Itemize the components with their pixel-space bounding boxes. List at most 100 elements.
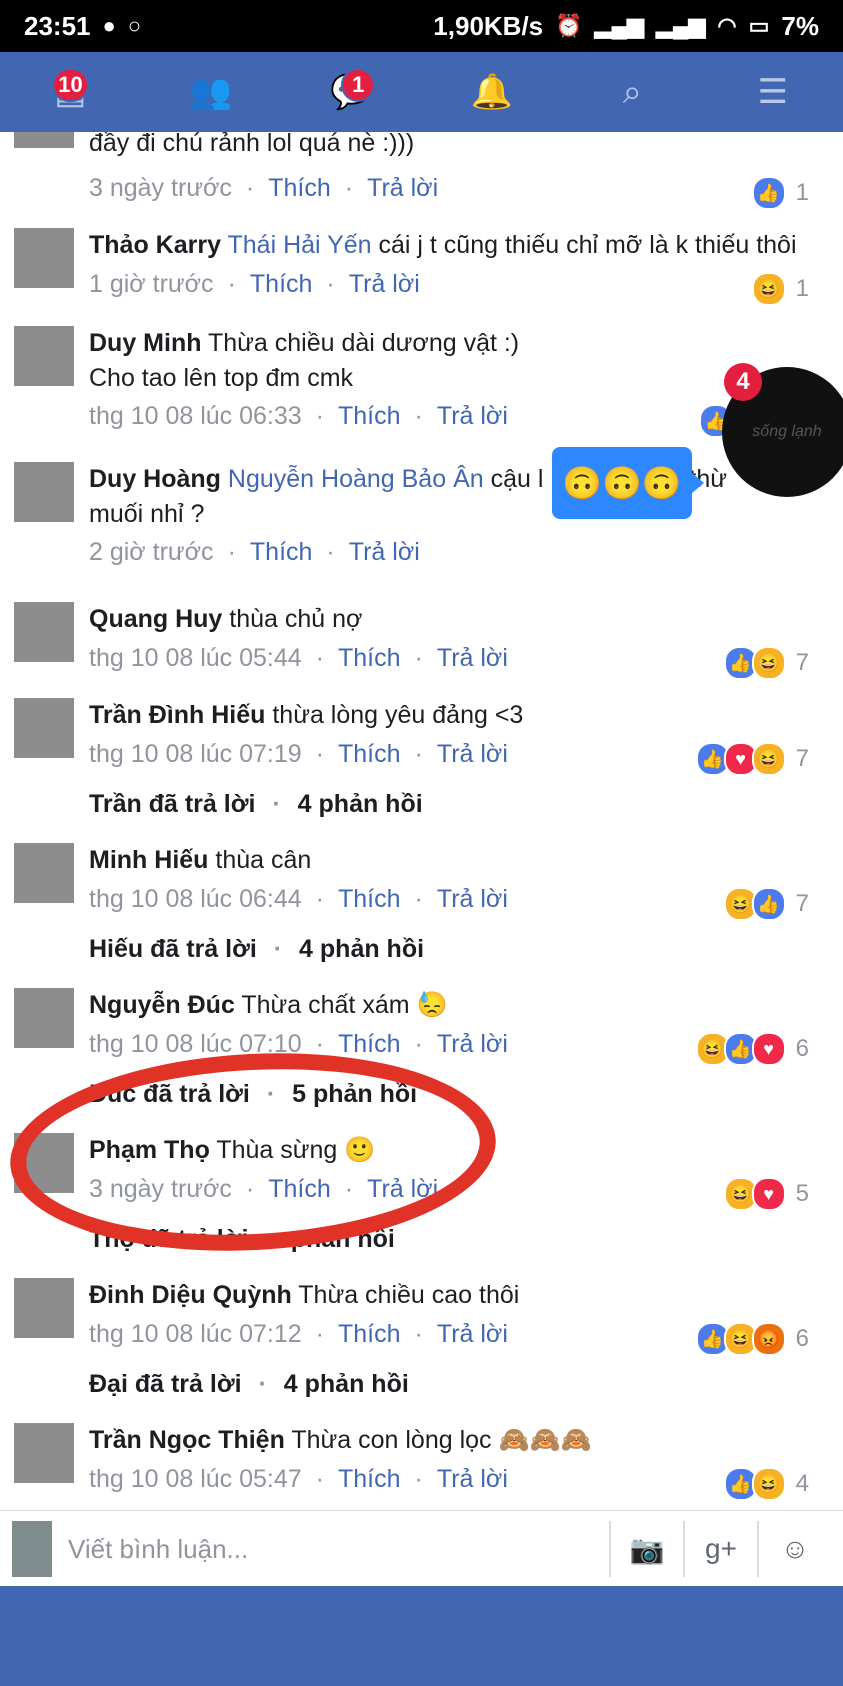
messages-badge: 1 — [341, 68, 376, 102]
avatar[interactable] — [14, 326, 74, 386]
comment-mention[interactable]: Thái Hải Yến — [227, 231, 371, 259]
like-button[interactable]: Thích — [268, 174, 331, 203]
comment-author[interactable]: Thảo Karry — [89, 231, 221, 259]
messenger-outline-icon: ○ — [127, 13, 142, 38]
reactions[interactable]: 😆 👍 ♥ 6 — [695, 1032, 809, 1066]
menu-tab[interactable]: ☰ — [743, 62, 803, 122]
reply-button[interactable]: Trả lời — [437, 1030, 508, 1059]
comment-time: 2 giờ trước — [89, 538, 214, 566]
avatar[interactable] — [14, 988, 74, 1048]
friends-tab[interactable]: 👥 — [181, 62, 241, 122]
avatar[interactable] — [14, 228, 74, 288]
reactions[interactable]: 👍 😆 4 — [723, 1467, 809, 1501]
reply-button[interactable]: Trả lời — [437, 402, 508, 431]
news-feed-tab[interactable]: ▤ 10 — [40, 62, 100, 122]
comment-time: 3 ngày trước — [89, 174, 232, 202]
menu-icon: ☰ — [757, 73, 788, 111]
comment-text: thùa cân — [215, 846, 312, 874]
comment-author[interactable]: Trần Đình Hiếu — [89, 701, 265, 729]
avatar[interactable] — [14, 1278, 74, 1338]
view-replies-link[interactable]: Đại đã trả lời · 4 phản hồi — [89, 1370, 409, 1399]
comment-author[interactable]: Duy Minh — [89, 329, 202, 357]
love-reaction-icon: ♥ — [751, 1032, 786, 1066]
status-time: 23:51 — [24, 10, 91, 41]
like-button[interactable]: Thích — [338, 1320, 401, 1349]
reactions[interactable]: 😆 ♥ 5 — [723, 1177, 809, 1211]
comment-time: thg 10 08 lúc 07:19 — [89, 740, 302, 768]
search-tab[interactable]: ⌕ — [602, 62, 662, 122]
user-avatar — [12, 1521, 52, 1577]
reply-button[interactable]: Trả lời — [437, 1465, 508, 1494]
emoji-icon[interactable]: ☺ — [757, 1521, 831, 1577]
reply-button[interactable]: Trả lời — [437, 885, 508, 914]
reactions[interactable]: 😆 1 — [751, 272, 809, 306]
comment-time: thg 10 08 lúc 05:47 — [89, 1465, 302, 1493]
reactions[interactable]: 👍 1 — [751, 176, 809, 210]
comment-author[interactable]: Đinh Diệu Quỳnh — [89, 1281, 292, 1309]
love-reaction-icon: ♥ — [751, 1177, 786, 1211]
like-button[interactable]: Thích — [250, 538, 313, 567]
comment-time: thg 10 08 lúc 06:44 — [89, 885, 302, 913]
haha-reaction-icon: 😆 — [751, 272, 786, 306]
reply-button[interactable]: Trả lời — [437, 740, 508, 769]
news-feed-badge: 10 — [52, 68, 89, 102]
like-button[interactable]: Thích — [338, 885, 401, 914]
like-button[interactable]: Thích — [250, 270, 313, 299]
search-icon: ⌕ — [622, 72, 642, 111]
avatar[interactable] — [14, 462, 74, 522]
comment-author[interactable]: Duy Hoàng — [89, 465, 221, 493]
comment-input[interactable]: Viết bình luận... — [68, 1534, 609, 1565]
comment-text: cái j t cũng thiếu chỉ mỡ là k thiếu thô… — [378, 231, 797, 259]
reactions[interactable]: 👍 ♥ 😆 7 — [695, 742, 809, 776]
haha-reaction-icon: 😆 — [751, 646, 786, 680]
avatar[interactable] — [14, 698, 74, 758]
like-button[interactable]: Thích — [338, 644, 401, 673]
comment-time: thg 10 08 lúc 06:33 — [89, 402, 302, 430]
like-button[interactable]: Thích — [338, 1030, 401, 1059]
status-bar: 23:51 ● ○ 1,90KB/s ⏰ ▂▄▆ ▂▄▆ ◠ ▭ 7% — [0, 0, 843, 52]
avatar[interactable] — [14, 602, 74, 662]
reactions[interactable]: 👍 😆 😡 6 — [695, 1322, 809, 1356]
view-replies-link[interactable]: Trần đã trả lời · 4 phản hồi — [89, 790, 423, 819]
comment-text: Thừa chất xám 😓 — [241, 991, 448, 1019]
comment-author[interactable]: Minh Hiếu — [89, 846, 208, 874]
view-replies-link[interactable]: Hiếu đã trả lời · 4 phản hồi — [89, 935, 424, 964]
emoji-tooltip-text: 🙃🙃🙃 — [562, 465, 682, 501]
comment-author[interactable]: Nguyễn Đúc — [89, 991, 235, 1019]
comment-author[interactable]: Quang Huy — [89, 605, 222, 633]
reactions[interactable]: 😆 👍 7 — [723, 887, 809, 921]
reply-button[interactable]: Trả lời — [367, 174, 438, 203]
comment-text: thùa chủ nợ — [229, 605, 363, 633]
reply-button[interactable]: Trả lời — [437, 1320, 508, 1349]
avatar[interactable] — [14, 843, 74, 903]
mention-icon[interactable]: g+ — [683, 1521, 757, 1577]
signal-icon: ▂▄▆ — [594, 13, 644, 38]
comment-text-line2: muối nhỉ ? — [89, 500, 205, 528]
haha-reaction-icon: 😆 — [751, 1467, 786, 1501]
notifications-tab[interactable]: 🔔 — [462, 62, 522, 122]
comment-mention[interactable]: Nguyễn Hoàng Bảo Ân — [228, 465, 484, 493]
angry-reaction-icon: 😡 — [751, 1322, 786, 1356]
reply-button[interactable]: Trả lời — [437, 644, 508, 673]
reply-button[interactable]: Trả lời — [349, 538, 420, 567]
like-reaction-icon: 👍 — [751, 887, 786, 921]
chathead-label: sống lạnh — [752, 423, 822, 440]
comment-text: đầy đi chú rảnh lol quá nè :))) — [89, 132, 415, 157]
wifi-icon: ◠ — [717, 13, 737, 38]
avatar[interactable] — [14, 132, 74, 148]
comment-author[interactable]: Trần Ngọc Thiện — [89, 1426, 285, 1454]
bell-icon: 🔔 — [470, 73, 513, 111]
avatar[interactable] — [14, 1423, 74, 1483]
like-button[interactable]: Thích — [338, 740, 401, 769]
like-button[interactable]: Thích — [338, 402, 401, 431]
camera-icon[interactable]: 📷 — [609, 1521, 683, 1577]
haha-reaction-icon: 😆 — [751, 742, 786, 776]
signal-2-icon: ▂▄▆ — [655, 13, 706, 38]
like-button[interactable]: Thích — [338, 1465, 401, 1494]
reactions[interactable]: 👍 😆 7 — [723, 646, 809, 680]
comment-text: cậu l — [490, 465, 544, 493]
messages-tab[interactable]: 💬 1 — [321, 62, 381, 122]
chathead-badge: 4 — [724, 363, 762, 401]
messenger-icon: ● — [102, 13, 116, 38]
reply-button[interactable]: Trả lời — [349, 270, 420, 299]
